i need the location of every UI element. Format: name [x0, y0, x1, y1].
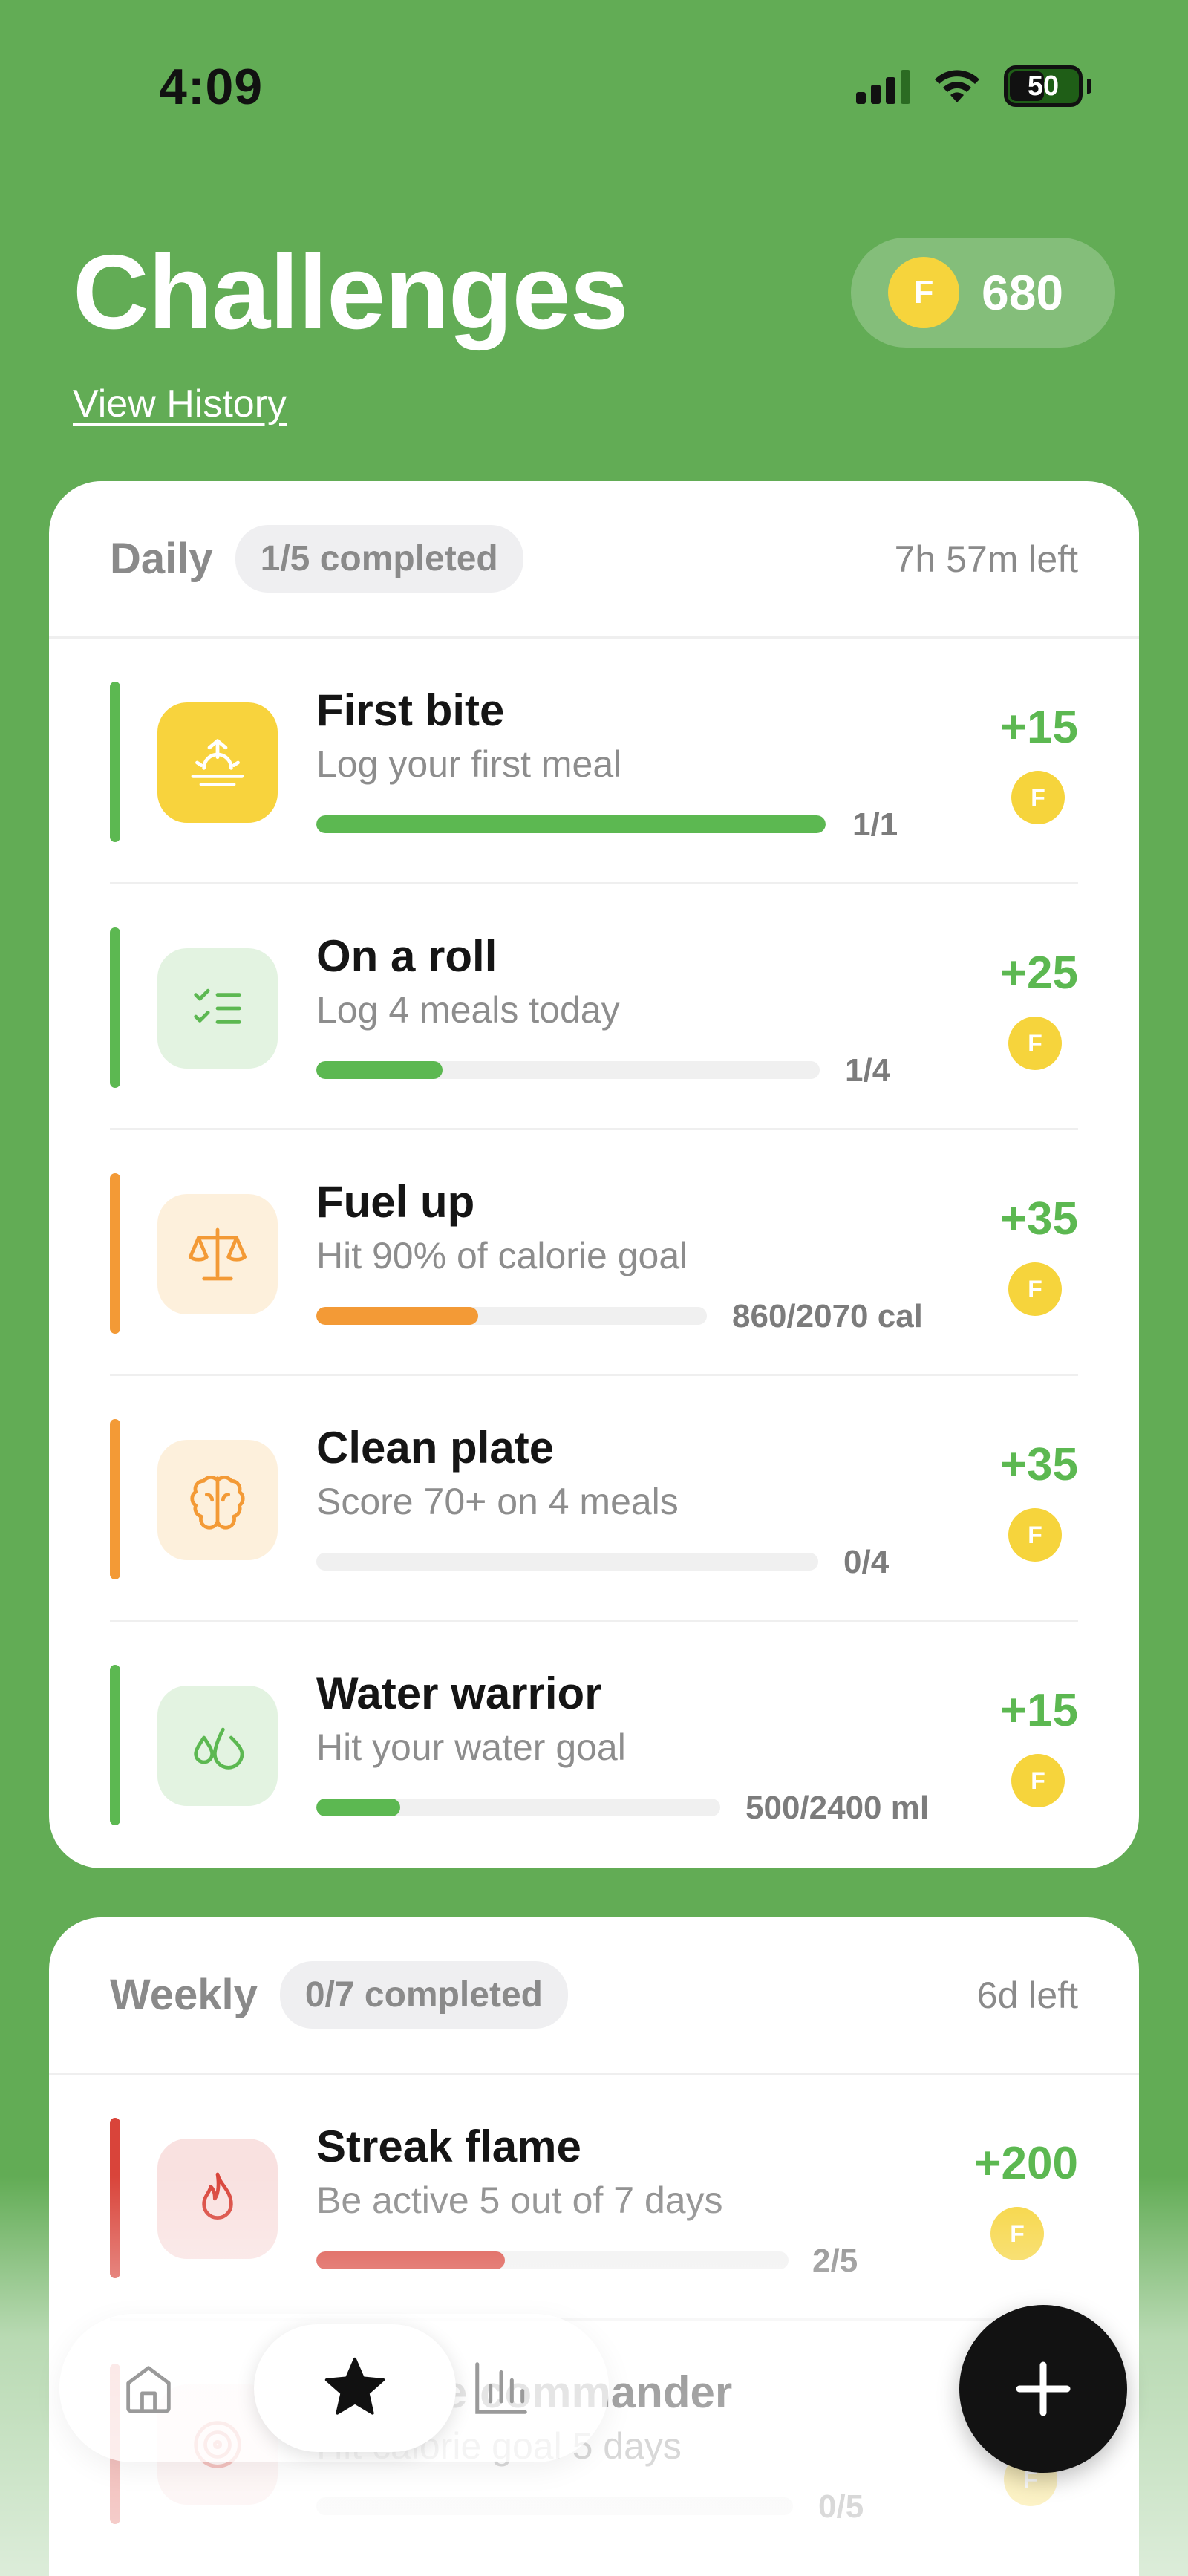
challenge-description: Hit 90% of calorie goal — [316, 1235, 688, 1276]
weekly-completed-badge: 0/7 completed — [279, 1961, 568, 2029]
coin-balance: 680 — [982, 265, 1064, 320]
coin-icon: F — [1008, 1508, 1062, 1562]
progress-label: 0/4 — [843, 1544, 890, 1580]
battery-level: 50 — [1027, 70, 1060, 102]
weekly-section-title: Weekly — [110, 1971, 258, 2019]
challenge-row-fuel-up[interactable]: Fuel up Hit 90% of calorie goal 860/2070… — [110, 1130, 1078, 1376]
challenge-description: Hit your water goal — [316, 1726, 626, 1768]
progress-fill — [316, 1061, 443, 1079]
progress-label: 860/2070 cal — [732, 1298, 923, 1334]
sunrise-icon — [157, 702, 278, 823]
progress-label: 1/4 — [845, 1052, 891, 1089]
weekly-time-left: 6d left — [976, 1974, 1078, 2016]
coin-icon: F — [1008, 1262, 1062, 1316]
challenge-title: Fuel up — [316, 1177, 475, 1227]
challenge-description: Log 4 meals today — [316, 989, 620, 1031]
progress-label: 0/5 — [818, 2488, 864, 2525]
daily-challenges-card: Daily 1/5 completed 7h 57m left First bi… — [49, 481, 1139, 1868]
daily-card-header: Daily 1/5 completed 7h 57m left — [49, 481, 1139, 639]
reward: +15 F — [937, 1684, 1078, 1807]
reward: +200 F — [915, 2137, 1078, 2260]
accent-bar — [110, 1173, 120, 1334]
accent-bar — [110, 1419, 120, 1579]
progress-label: 2/5 — [812, 2243, 858, 2279]
progress-track — [316, 815, 826, 833]
reward: +35 F — [937, 1193, 1078, 1316]
brain-icon — [157, 1440, 278, 1560]
progress-fill — [316, 1799, 401, 1816]
progress-track — [316, 1061, 820, 1079]
wifi-icon — [935, 70, 979, 102]
accent-bar — [110, 927, 120, 1088]
progress-fill — [316, 815, 826, 833]
daily-time-left: 7h 57m left — [894, 538, 1078, 580]
progress-label: 1/1 — [852, 806, 898, 843]
challenge-description: Score 70+ on 4 meals — [316, 1481, 679, 1522]
daily-section-title: Daily — [110, 535, 213, 583]
challenge-title: First bite — [316, 685, 505, 735]
coin-icon: F — [1011, 771, 1065, 824]
coin-icon: F — [1011, 1754, 1065, 1807]
page-title: Challenges — [73, 233, 629, 351]
reward-value: +200 — [974, 2138, 1078, 2189]
accent-bar — [110, 1665, 120, 1825]
cellular-signal-icon — [856, 68, 910, 104]
nav-challenges-button[interactable] — [254, 2324, 456, 2452]
reward-value: +15 — [999, 702, 1078, 753]
status-time: 4:09 — [159, 59, 264, 115]
nav-home-button[interactable] — [111, 2314, 186, 2462]
checklist-icon — [157, 948, 278, 1069]
coin-balance-pill[interactable]: F 680 — [851, 238, 1115, 348]
progress-label: 500/2400 ml — [745, 1790, 930, 1826]
challenge-description: Be active 5 out of 7 days — [316, 2179, 723, 2221]
progress-fill — [316, 1307, 479, 1325]
reward-value: +15 — [999, 1685, 1078, 1736]
reward: +35 F — [937, 1438, 1078, 1562]
progress-track — [316, 2497, 793, 2515]
challenge-row-on-a-roll[interactable]: On a roll Log 4 meals today 1/4 +25 F — [110, 884, 1078, 1130]
progress-track — [316, 1553, 818, 1571]
coin-icon: F — [888, 257, 959, 328]
reward: +15 F — [937, 701, 1078, 824]
battery-icon: 50 — [1004, 65, 1083, 107]
reward-value: +25 — [999, 948, 1078, 999]
droplets-icon — [157, 1686, 278, 1806]
challenge-row-first-bite[interactable]: First bite Log your first meal 1/1 +15 F — [110, 639, 1078, 884]
accent-bar — [110, 682, 120, 842]
challenge-title: Water warrior — [316, 1669, 602, 1718]
coin-icon: F — [1008, 1017, 1062, 1070]
reward-value: +35 — [999, 1193, 1078, 1245]
progress-track — [316, 2251, 789, 2269]
progress-track — [316, 1799, 720, 1816]
bar-chart-icon — [475, 2362, 527, 2414]
progress-track — [316, 1307, 707, 1325]
status-icons: 50 — [856, 65, 1091, 107]
progress-fill — [316, 2251, 506, 2269]
weekly-card-header: Weekly 0/7 completed 6d left — [49, 1917, 1139, 2075]
daily-completed-badge: 1/5 completed — [235, 525, 523, 593]
flame-icon — [157, 2139, 278, 2259]
challenge-description: Log your first meal — [316, 743, 622, 785]
weekly-challenges-card: Weekly 0/7 completed 6d left Streak flam… — [49, 1917, 1139, 2576]
accent-bar — [110, 2118, 120, 2278]
status-bar: 4:09 50 — [0, 0, 1188, 178]
challenge-title: Clean plate — [316, 1423, 555, 1473]
add-button[interactable] — [959, 2305, 1127, 2473]
star-icon — [324, 2357, 385, 2415]
challenge-title: On a roll — [316, 931, 497, 981]
challenge-row-clean-plate[interactable]: Clean plate Score 70+ on 4 meals 0/4 +35… — [110, 1376, 1078, 1622]
coin-icon: F — [990, 2207, 1044, 2260]
nav-stats-button[interactable] — [460, 2314, 542, 2462]
bottom-nav-bar — [59, 2314, 609, 2462]
view-history-link[interactable]: View History — [73, 382, 287, 426]
challenge-row-streak-flame[interactable]: Streak flame Be active 5 out of 7 days 2… — [110, 2075, 1078, 2321]
reward: +25 F — [937, 947, 1078, 1070]
challenge-row-water-warrior[interactable]: Water warrior Hit your water goal 500/24… — [110, 1622, 1078, 1868]
challenge-title: Streak flame — [316, 2122, 581, 2171]
plus-icon — [1016, 2361, 1071, 2416]
home-icon — [126, 2366, 171, 2413]
scale-icon — [157, 1194, 278, 1314]
reward-value: +35 — [999, 1439, 1078, 1490]
